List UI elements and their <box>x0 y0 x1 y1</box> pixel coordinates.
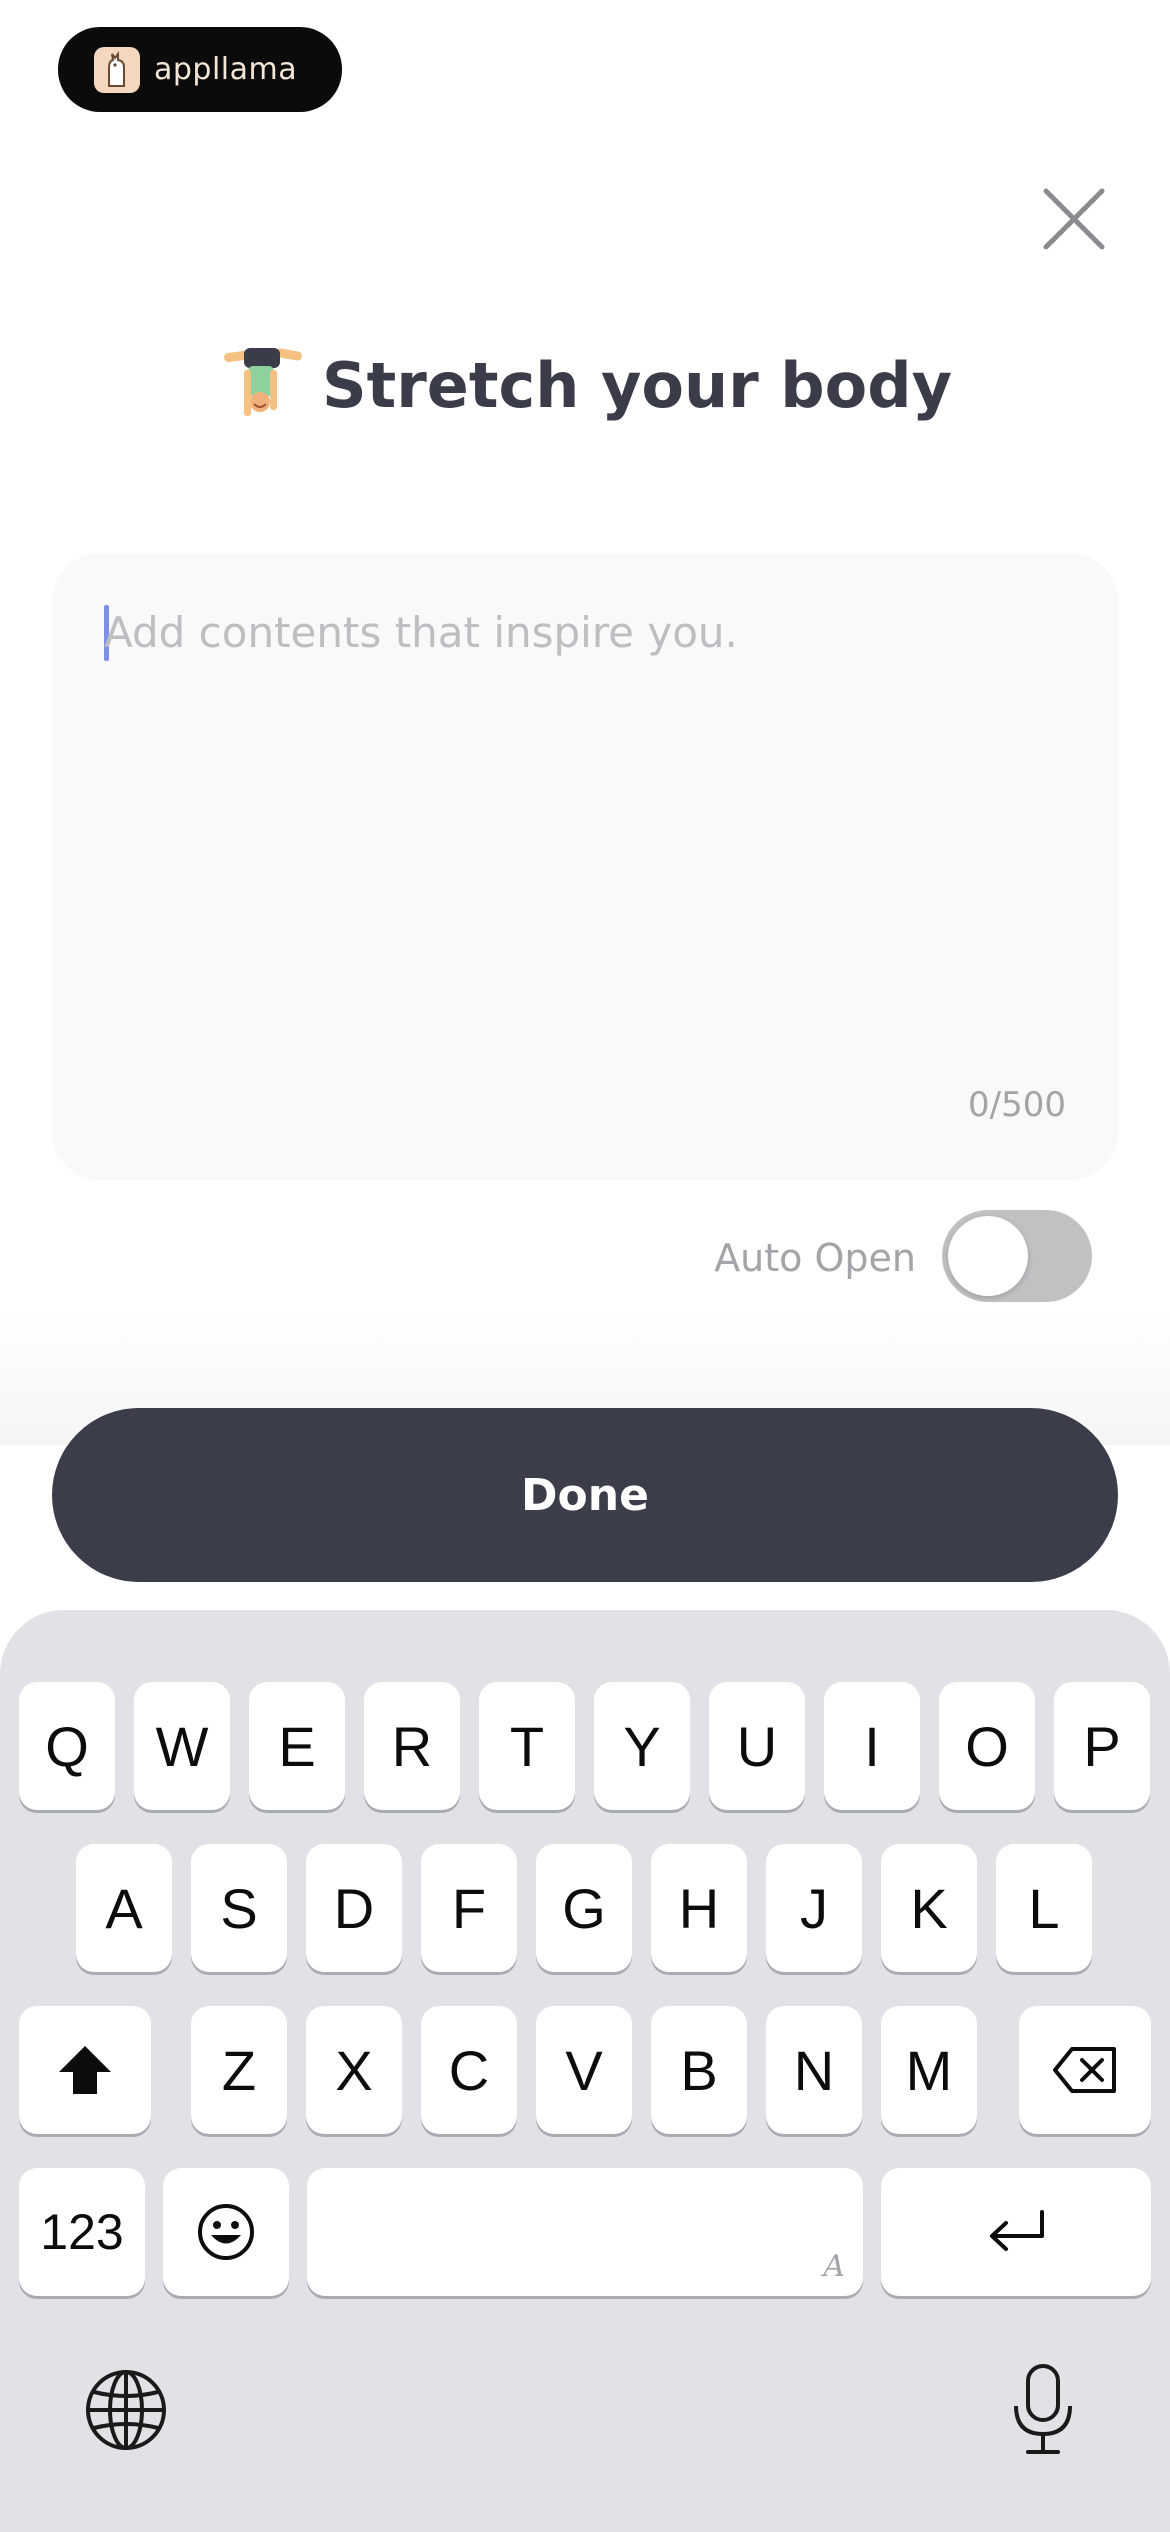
key-z[interactable]: Z <box>191 2006 287 2134</box>
key-k[interactable]: K <box>881 1844 977 1972</box>
key-b[interactable]: B <box>651 2006 747 2134</box>
space-key[interactable]: A <box>307 2168 863 2296</box>
badge-label: appllama <box>154 52 298 87</box>
key-v[interactable]: V <box>536 2006 632 2134</box>
backspace-icon[interactable] <box>1019 2006 1151 2134</box>
key-a[interactable]: A <box>76 1844 172 1972</box>
key-t[interactable]: T <box>479 1682 575 1810</box>
key-o[interactable]: O <box>939 1682 1035 1810</box>
key-w[interactable]: W <box>134 1682 230 1810</box>
key-s[interactable]: S <box>191 1844 287 1972</box>
microphone-icon[interactable] <box>1008 2362 1078 2458</box>
done-button-label: Done <box>521 1469 649 1521</box>
llama-logo-icon <box>94 46 140 93</box>
content-textarea[interactable]: Add contents that inspire you. 0/500 <box>52 553 1118 1180</box>
key-q[interactable]: Q <box>19 1682 115 1810</box>
key-f[interactable]: F <box>421 1844 517 1972</box>
key-m[interactable]: M <box>881 2006 977 2134</box>
person-doing-handstand-icon <box>224 348 302 416</box>
auto-open-toggle[interactable] <box>942 1210 1092 1302</box>
textarea-placeholder: Add contents that inspire you. <box>104 608 738 657</box>
title-row: Stretch your body <box>0 330 1170 440</box>
key-x[interactable]: X <box>306 2006 402 2134</box>
toggle-knob <box>948 1216 1028 1296</box>
shift-icon[interactable] <box>19 2006 151 2134</box>
key-h[interactable]: H <box>651 1844 747 1972</box>
app-badge: appllama <box>58 27 342 112</box>
return-icon[interactable] <box>881 2168 1151 2296</box>
key-y[interactable]: Y <box>594 1682 690 1810</box>
auto-open-label: Auto Open <box>714 1236 916 1280</box>
key-r[interactable]: R <box>364 1682 460 1810</box>
key-c[interactable]: C <box>421 2006 517 2134</box>
character-counter: 0/500 <box>968 1085 1066 1125</box>
close-icon[interactable] <box>1040 185 1108 253</box>
key-g[interactable]: G <box>536 1844 632 1972</box>
emoji-icon[interactable] <box>163 2168 289 2296</box>
key-n[interactable]: N <box>766 2006 862 2134</box>
globe-icon[interactable] <box>84 2368 168 2452</box>
key-i[interactable]: I <box>824 1682 920 1810</box>
done-button[interactable]: Done <box>52 1408 1118 1582</box>
space-hint: A <box>823 2249 845 2284</box>
key-e[interactable]: E <box>249 1682 345 1810</box>
key-j[interactable]: J <box>766 1844 862 1972</box>
numbers-key[interactable]: 123 <box>19 2168 145 2296</box>
key-p[interactable]: P <box>1054 1682 1150 1810</box>
key-u[interactable]: U <box>709 1682 805 1810</box>
keyboard: Q W E R T Y U I O P A S D F G H J K L Z … <box>0 1610 1170 2532</box>
page-title: Stretch your body <box>321 348 953 422</box>
key-d[interactable]: D <box>306 1844 402 1972</box>
key-l[interactable]: L <box>996 1844 1092 1972</box>
